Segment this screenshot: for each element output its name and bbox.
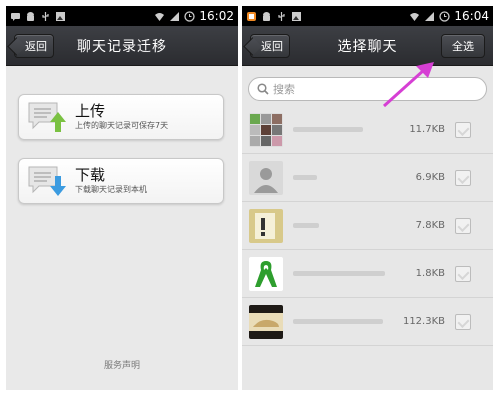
chat-name-redacted — [293, 317, 389, 327]
picture-icon — [56, 11, 65, 21]
chat-name-redacted — [293, 173, 389, 183]
status-bar: 16:02 — [6, 6, 238, 26]
back-button-label: 返回 — [261, 40, 283, 53]
message-icon — [11, 12, 20, 21]
left-screen: 16:02 返回 聊天记录迁移 上传 上传的聊天记录可保存7天 下载 下载聊天记… — [6, 6, 238, 390]
android-icon — [27, 11, 34, 21]
chat-name-redacted — [293, 221, 389, 231]
photo-avatar — [249, 304, 283, 339]
android-icon — [263, 11, 270, 21]
chat-size: 7.8KB — [415, 220, 445, 231]
usb-icon — [42, 11, 49, 21]
chat-size: 1.8KB — [415, 268, 445, 279]
chat-size: 112.3KB — [402, 316, 445, 327]
app-notification-icon — [247, 11, 256, 21]
service-statement-link[interactable]: 服务声明 — [6, 358, 238, 371]
back-button[interactable]: 返回 — [250, 34, 290, 58]
chat-checkbox[interactable] — [455, 121, 471, 138]
select-all-button[interactable]: 全选 — [441, 34, 485, 58]
wifi-icon — [155, 12, 165, 21]
upload-card[interactable]: 上传 上传的聊天记录可保存7天 — [18, 94, 224, 140]
status-time: 16:04 — [454, 9, 489, 23]
page-title: 聊天记录迁移 — [77, 38, 167, 55]
upload-icon — [28, 102, 66, 132]
chat-row[interactable]: 7.8KB — [242, 202, 493, 250]
chat-list: 11.7KB 6.9KB 7.8KB 1.8KB 112.3KB — [242, 106, 493, 346]
group-avatar — [249, 112, 283, 147]
chat-checkbox[interactable] — [455, 265, 471, 282]
chat-size: 11.7KB — [409, 124, 445, 135]
download-card[interactable]: 下载 下载聊天记录到本机 — [18, 158, 224, 204]
chat-checkbox[interactable] — [455, 313, 471, 330]
back-button-label: 返回 — [25, 40, 47, 53]
chat-checkbox[interactable] — [455, 169, 471, 186]
chat-row[interactable]: 112.3KB — [242, 298, 493, 346]
status-time: 16:02 — [199, 9, 234, 23]
nav-bar: 返回 选择聊天 全选 — [242, 26, 493, 66]
default-avatar — [249, 160, 283, 195]
upload-subtitle: 上传的聊天记录可保存7天 — [75, 121, 169, 130]
chat-row[interactable]: 6.9KB — [242, 154, 493, 202]
status-bar: 16:04 — [242, 6, 493, 26]
user-avatar — [249, 208, 283, 243]
usb-icon — [278, 11, 285, 21]
chat-checkbox[interactable] — [455, 217, 471, 234]
wifi-icon — [410, 12, 420, 21]
signal-icon — [170, 11, 180, 21]
download-icon — [28, 166, 66, 196]
download-title: 下载 — [75, 166, 106, 184]
chat-size: 6.9KB — [415, 172, 445, 183]
clock-icon — [184, 10, 196, 22]
search-placeholder: 搜索 — [273, 83, 295, 96]
page-title: 选择聊天 — [337, 38, 398, 55]
nav-bar: 返回 聊天记录迁移 — [6, 26, 238, 66]
signal-icon — [425, 11, 435, 21]
upload-title: 上传 — [75, 102, 106, 120]
download-subtitle: 下载聊天记录到本机 — [75, 185, 147, 194]
back-button[interactable]: 返回 — [14, 34, 54, 58]
picture-icon — [292, 11, 301, 21]
sync-icon — [439, 10, 451, 22]
chat-name-redacted — [293, 269, 389, 279]
chat-name-redacted — [293, 125, 389, 135]
chat-row[interactable]: 11.7KB — [242, 106, 493, 154]
search-input[interactable]: 搜索 — [248, 77, 487, 101]
right-screen: 16:04 返回 选择聊天 全选 搜索 11.7KB 6.9KB 7.8KB 1… — [242, 6, 493, 390]
search-icon — [257, 83, 269, 95]
chat-row[interactable]: 1.8KB — [242, 250, 493, 298]
ribbon-avatar — [249, 256, 283, 291]
